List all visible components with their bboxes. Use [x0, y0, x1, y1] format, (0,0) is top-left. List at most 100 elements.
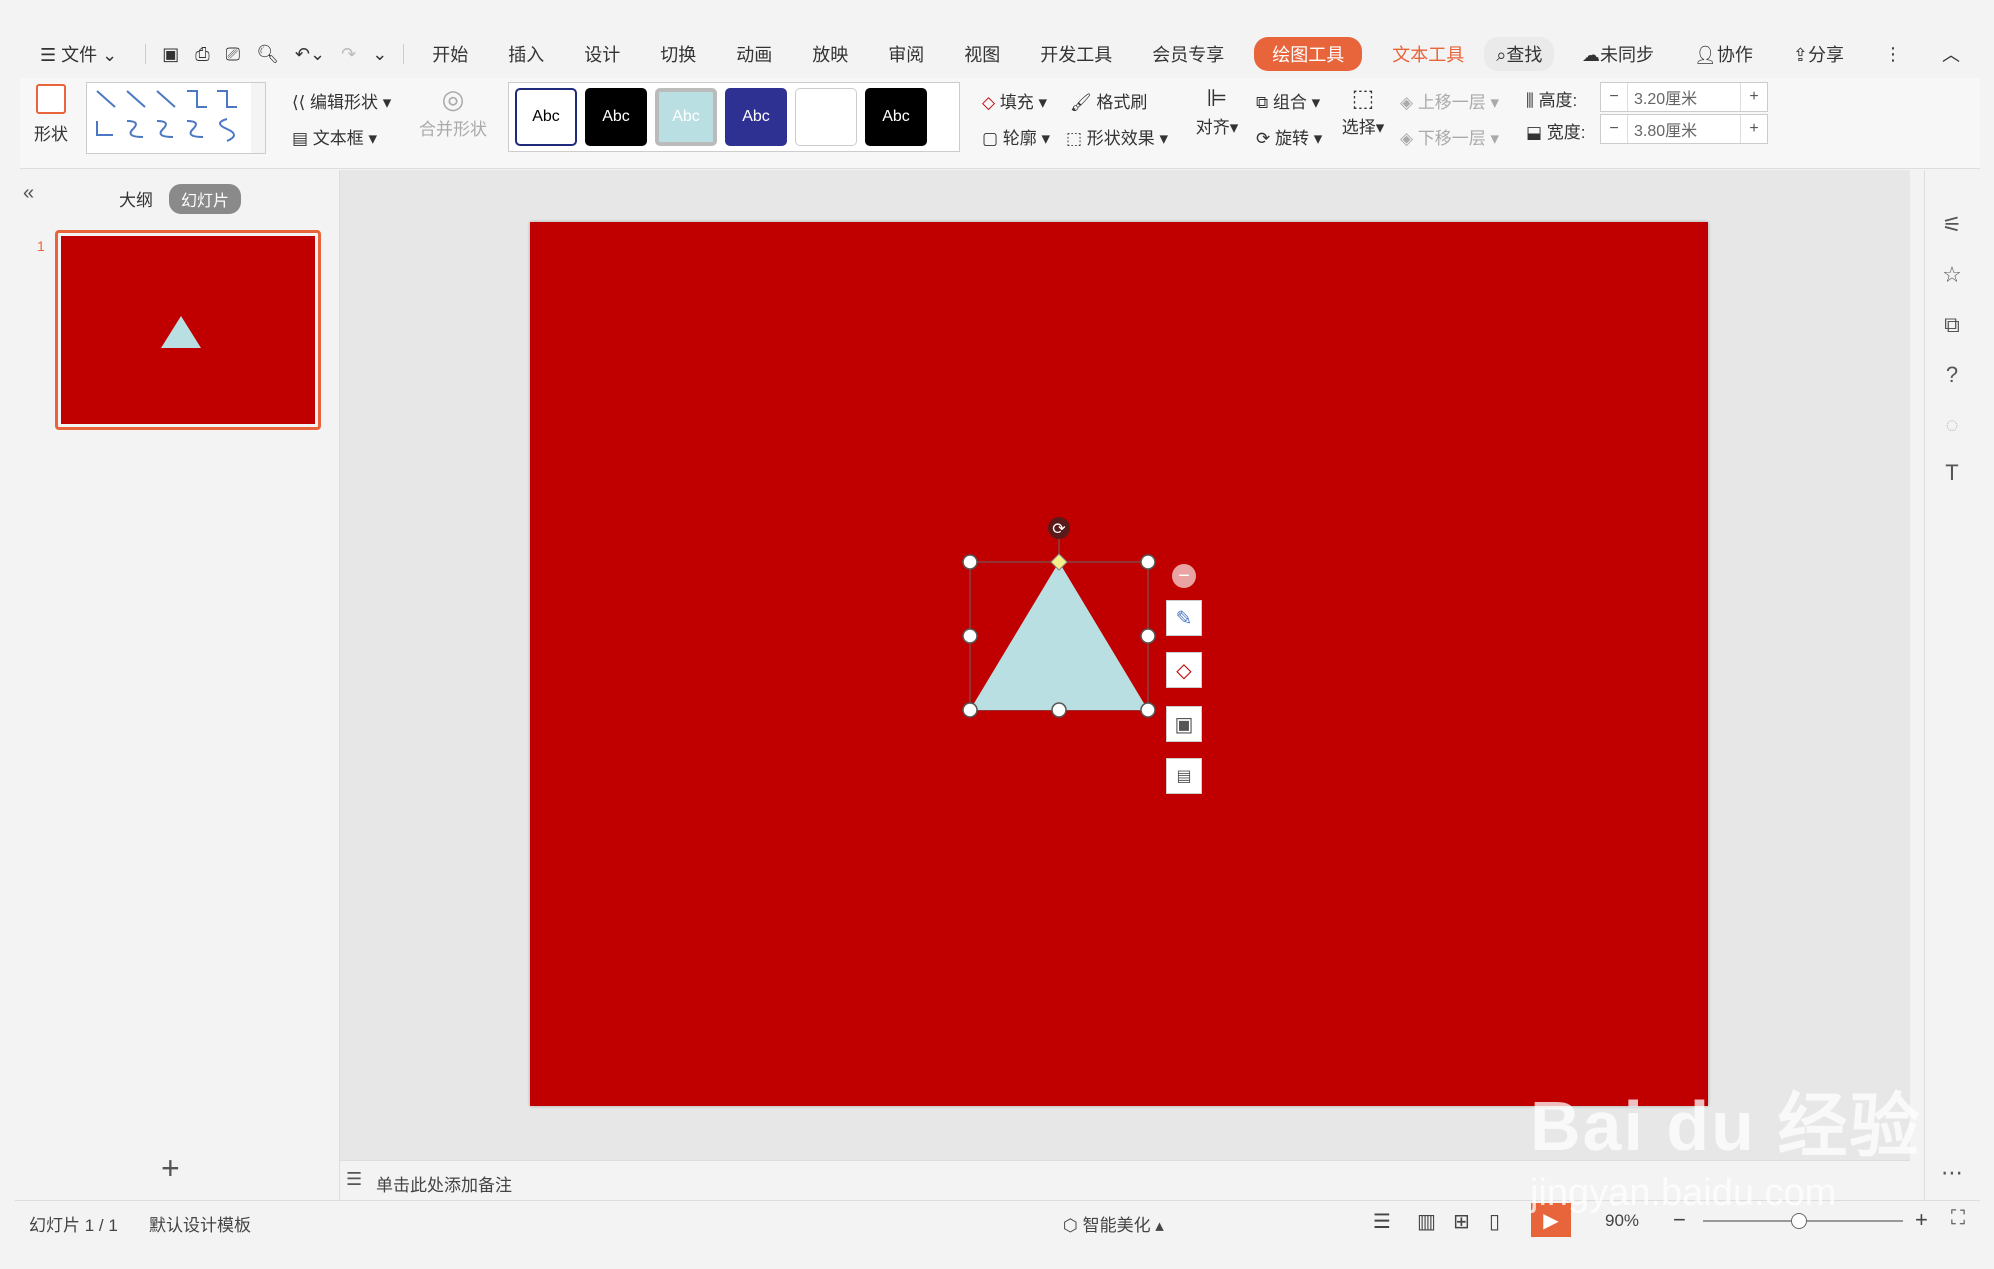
line-gallery[interactable]	[86, 82, 266, 154]
merge-shape-button[interactable]: ◎ 合并形状	[410, 84, 496, 140]
fill-button[interactable]: ◇ 填充 ▾	[982, 88, 1047, 113]
watermark-url: jingyan.baidu.com	[1530, 1172, 1837, 1214]
style-light-blue-selected[interactable]: Abc	[655, 88, 717, 146]
shape-style-gallery[interactable]: Abc Abc Abc Abc Abc	[508, 82, 960, 152]
more-icon[interactable]: ⋮	[1864, 44, 1922, 65]
style-black-2[interactable]: Abc	[865, 88, 927, 146]
notes-toggle-icon[interactable]: ☰	[1373, 1209, 1391, 1234]
text-float-button[interactable]: ▤	[1166, 758, 1202, 794]
textbox-label: 文本框	[312, 129, 364, 148]
shape-button[interactable]: 形状	[28, 84, 74, 145]
shape-label: 形状	[34, 125, 68, 144]
shape-effects-button[interactable]: ⬚ 形状效果 ▾	[1066, 124, 1168, 149]
tab-text-tools[interactable]: 文本工具	[1372, 41, 1484, 67]
sync-button[interactable]: ☁未同步	[1562, 41, 1674, 67]
slide-thumbnail[interactable]	[55, 230, 321, 430]
tab-member[interactable]: 会员专享	[1132, 41, 1244, 67]
star-icon[interactable]: ☆	[1939, 262, 1965, 288]
tab-transitions[interactable]: 切换	[640, 41, 716, 67]
normal-view-icon[interactable]: ▥	[1417, 1209, 1436, 1234]
height-increment[interactable]: +	[1741, 88, 1767, 106]
tab-animations[interactable]: 动画	[716, 41, 792, 67]
notes-icon: ☰	[346, 1169, 363, 1189]
style-black[interactable]: Abc	[585, 88, 647, 146]
fit-window-icon[interactable]: ⛶	[1951, 1207, 1965, 1230]
tab-developer[interactable]: 开发工具	[1020, 41, 1132, 67]
width-decrement[interactable]: −	[1601, 120, 1627, 138]
text-icon[interactable]: T	[1939, 460, 1965, 486]
select-button[interactable]: ⬚ 选择▾	[1338, 84, 1388, 138]
height-stepper[interactable]: − 3.20厘米 +	[1600, 82, 1768, 112]
tab-slideshow[interactable]: 放映	[792, 41, 868, 67]
width-value[interactable]: 3.80厘米	[1627, 115, 1741, 143]
height-value[interactable]: 3.20厘米	[1627, 83, 1741, 111]
sync-label: 未同步	[1600, 45, 1655, 65]
style-white[interactable]	[795, 88, 857, 146]
file-menu[interactable]: ☰ 文件 ⌄	[20, 41, 137, 67]
tab-review[interactable]: 审阅	[868, 41, 944, 67]
collapse-toolbar-icon[interactable]: −	[1172, 564, 1196, 588]
customize-icon[interactable]: ⌄	[364, 44, 395, 65]
select-label: 选择	[1341, 118, 1376, 137]
width-increment[interactable]: +	[1741, 120, 1767, 138]
smart-beautify-button[interactable]: ⬡ 智能美化 ▴	[1063, 1211, 1164, 1236]
height-label: ⫼ 高度:	[1526, 86, 1577, 111]
style-brush-button[interactable]: ✎	[1166, 600, 1202, 636]
template-name[interactable]: 默认设计模板	[149, 1211, 251, 1236]
rotate-button[interactable]: ⟳ 旋转 ▾	[1256, 124, 1322, 149]
send-backward-button[interactable]: ◈ 下移一层 ▾	[1400, 124, 1499, 149]
search-button[interactable]: ⌕查找	[1484, 37, 1555, 71]
bring-forward-button[interactable]: ◈ 上移一层 ▾	[1400, 88, 1499, 113]
share-button[interactable]: ⇪分享	[1773, 41, 1864, 67]
file-menu-label: 文件	[61, 45, 98, 65]
grid-view-icon[interactable]: ⊞	[1453, 1209, 1470, 1234]
outline-button[interactable]: ▢ 轮廓 ▾	[982, 124, 1050, 149]
collapse-ribbon-icon[interactable]: ︿	[1922, 41, 1980, 67]
preview-icon[interactable]: 🔍︎	[248, 44, 287, 65]
style-outline-navy[interactable]: Abc	[515, 88, 577, 146]
divider	[145, 44, 147, 64]
width-stepper[interactable]: − 3.80厘米 +	[1600, 114, 1768, 144]
zoom-in-button[interactable]: +	[1915, 1207, 1928, 1233]
fill-float-button[interactable]: ◇	[1166, 652, 1202, 688]
redo-icon[interactable]: ↷	[333, 44, 364, 65]
save-icon[interactable]: ▣	[154, 44, 187, 65]
copy-icon[interactable]: ⧉	[1939, 312, 1965, 338]
style-indigo[interactable]: Abc	[725, 88, 787, 146]
selected-triangle-shape[interactable]: ⟳	[950, 510, 1170, 730]
collab-label: 协作	[1716, 45, 1753, 65]
tab-drawing-tools[interactable]: 绘图工具	[1254, 37, 1363, 71]
lightbulb-icon[interactable]: ◌	[1939, 412, 1965, 438]
reading-view-icon[interactable]: ▯	[1489, 1209, 1500, 1234]
collab-button[interactable]: 👤︎协作	[1674, 41, 1773, 67]
slide-number: 1	[37, 238, 45, 254]
print-icon[interactable]: ⎚	[218, 44, 248, 65]
zoom-slider-handle[interactable]	[1791, 1213, 1807, 1229]
tab-outline[interactable]: 大纲	[119, 186, 153, 211]
textbox-button[interactable]: ▤ 文本框 ▾	[292, 124, 377, 149]
edit-shape-button[interactable]: ⟨⟨ 编辑形状 ▾	[292, 88, 391, 113]
collapse-panel-icon[interactable]: «	[23, 182, 34, 205]
tab-insert[interactable]: 插入	[488, 41, 564, 67]
tab-home[interactable]: 开始	[412, 41, 488, 67]
fill-icon: ◇	[982, 93, 996, 112]
properties-icon[interactable]: ⚟	[1939, 212, 1965, 238]
tab-design[interactable]: 设计	[564, 41, 640, 67]
height-decrement[interactable]: −	[1601, 88, 1627, 106]
tab-view[interactable]: 视图	[944, 41, 1020, 67]
rotate-icon: ⟳	[1256, 129, 1271, 148]
help-icon[interactable]: ?	[1939, 362, 1965, 388]
undo-icon[interactable]: ↶⌄	[287, 44, 333, 65]
group-button[interactable]: ⧉ 组合 ▾	[1256, 88, 1320, 113]
share-label: 分享	[1808, 45, 1844, 65]
export-icon[interactable]: ⎙	[187, 44, 217, 65]
align-button[interactable]: ⊫ 对齐▾	[1192, 84, 1242, 138]
rotate-label: 旋转	[1274, 129, 1309, 148]
bring-forward-icon: ◈	[1400, 93, 1414, 112]
format-painter-button[interactable]: 🖌︎ 格式刷	[1070, 88, 1147, 113]
tab-slides[interactable]: 幻灯片	[169, 184, 242, 214]
outline-float-button[interactable]: ▣	[1166, 706, 1202, 742]
notes-placeholder: 单击此处添加备注	[376, 1176, 512, 1195]
add-slide-button[interactable]: +	[161, 1150, 180, 1187]
more-options-icon[interactable]: ⋯	[1939, 1160, 1965, 1186]
